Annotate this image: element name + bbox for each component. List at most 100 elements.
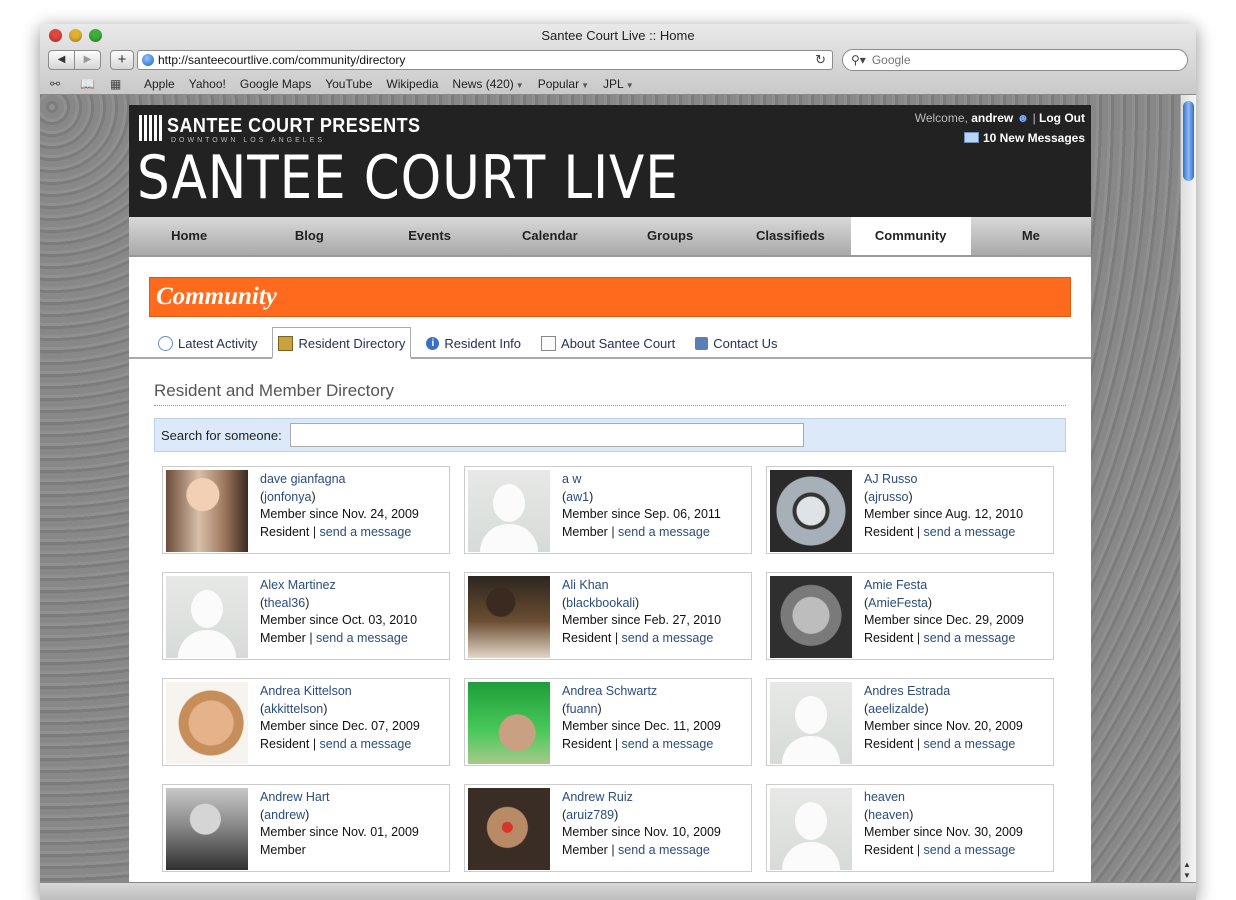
send-message-link[interactable]: send a message <box>316 631 408 645</box>
member-role-row: Resident | send a message <box>864 736 1016 751</box>
nav-calendar[interactable]: Calendar <box>490 217 610 255</box>
tab-resident-info[interactable]: i Resident Info <box>421 330 526 357</box>
member-username-link[interactable]: aw1 <box>566 490 589 504</box>
member-role-row: Member | send a message <box>562 842 710 857</box>
member-username-link[interactable]: jonfonya <box>264 490 311 504</box>
bookmark-google-maps[interactable]: Google Maps <box>240 77 311 91</box>
member-username-link[interactable]: AmieFesta <box>868 596 928 610</box>
send-message-link[interactable]: send a message <box>924 843 1016 857</box>
member-avatar[interactable] <box>468 470 550 552</box>
bookmark-news-label: News (420) <box>452 77 514 91</box>
back-button[interactable]: ◀ <box>48 50 75 70</box>
member-username-link[interactable]: heaven <box>868 808 909 822</box>
member-role: Member <box>562 842 608 857</box>
username-link[interactable]: andrew <box>971 111 1013 125</box>
member-avatar[interactable] <box>468 682 550 764</box>
member-name-link[interactable]: Andrea Schwartz <box>562 683 721 701</box>
section-title: Community <box>149 277 1071 317</box>
logout-link[interactable]: Log Out <box>1039 111 1085 125</box>
member-username-link[interactable]: akkittelson <box>264 702 323 716</box>
member-username-link[interactable]: aruiz789 <box>566 808 614 822</box>
member-username: (ajrusso) <box>864 489 913 504</box>
member-name-link[interactable]: Alex Martinez <box>260 577 417 595</box>
messages-link[interactable]: 10 New Messages <box>915 131 1085 145</box>
member-role-row: Resident | send a message <box>864 630 1016 645</box>
site-title[interactable]: SANTEE COURT LIVE <box>137 143 679 213</box>
nav-blog[interactable]: Blog <box>249 217 369 255</box>
nav-classifieds[interactable]: Classifieds <box>730 217 850 255</box>
member-name-link[interactable]: AJ Russo <box>864 471 1023 489</box>
reading-glasses-icon[interactable]: ⚯ <box>50 77 70 91</box>
send-message-link[interactable]: send a message <box>622 631 714 645</box>
member-card: heaven (heaven) Member since Nov. 30, 2009… <box>766 784 1054 872</box>
member-username-link[interactable]: ajrusso <box>868 490 908 504</box>
send-message-link[interactable]: send a message <box>924 631 1016 645</box>
send-message-link[interactable]: send a message <box>618 525 710 539</box>
member-name-link[interactable]: heaven <box>864 789 1023 807</box>
member-name-link[interactable]: Ali Khan <box>562 577 721 595</box>
browser-search-field[interactable]: ⚲▾ <box>842 49 1188 71</box>
nav-me[interactable]: Me <box>971 217 1091 255</box>
send-message-link[interactable]: send a message <box>622 737 714 751</box>
member-role: Resident <box>864 736 914 751</box>
member-username-link[interactable]: fuann <box>566 702 597 716</box>
bookmark-wikipedia[interactable]: Wikipedia <box>386 77 438 91</box>
member-avatar[interactable] <box>166 576 248 658</box>
member-username-link[interactable]: aeelizalde <box>868 702 924 716</box>
send-message-link[interactable]: send a message <box>320 737 412 751</box>
nav-groups[interactable]: Groups <box>610 217 730 255</box>
search-input[interactable] <box>289 423 804 447</box>
member-name-link[interactable]: Andrew Hart <box>260 789 419 807</box>
forward-button[interactable]: ▶ <box>75 50 101 70</box>
browser-search-input[interactable] <box>869 52 1164 68</box>
top-sites-grid-icon[interactable]: ▦ <box>110 77 130 91</box>
scrollbar-thumb[interactable] <box>1183 101 1194 181</box>
reload-icon[interactable]: ↻ <box>815 52 826 68</box>
member-username-link[interactable]: blackbookali <box>566 596 635 610</box>
send-message-link[interactable]: send a message <box>924 737 1016 751</box>
tab-about-santee-court[interactable]: About Santee Court <box>536 330 680 357</box>
member-name-link[interactable]: Amie Festa <box>864 577 1024 595</box>
tab-contact-us[interactable]: Contact Us <box>690 330 782 357</box>
member-avatar[interactable] <box>770 576 852 658</box>
send-message-link[interactable]: send a message <box>320 525 412 539</box>
nav-home[interactable]: Home <box>129 217 249 255</box>
bookmark-apple[interactable]: Apple <box>144 77 175 91</box>
send-message-link[interactable]: send a message <box>924 525 1016 539</box>
address-bar[interactable]: http://santeecourtlive.com/community/dir… <box>137 50 833 70</box>
tab-resident-directory[interactable]: Resident Directory <box>272 327 412 359</box>
bookmark-youtube[interactable]: YouTube <box>325 77 372 91</box>
scroll-arrows[interactable]: ▲ ▼ <box>1183 859 1191 881</box>
member-avatar[interactable] <box>770 788 852 870</box>
tab-latest-activity[interactable]: Latest Activity <box>153 330 262 357</box>
send-message-link[interactable]: send a message <box>618 843 710 857</box>
member-username-link[interactable]: theal36 <box>264 596 305 610</box>
member-name-link[interactable]: Andrea Kittelson <box>260 683 420 701</box>
member-avatar[interactable] <box>166 470 248 552</box>
nav-community[interactable]: Community <box>850 217 971 255</box>
add-bookmark-button[interactable]: + <box>110 50 134 70</box>
bookmark-news[interactable]: News (420) ▼ <box>452 77 523 91</box>
member-avatar[interactable] <box>468 576 550 658</box>
member-avatar[interactable] <box>770 682 852 764</box>
member-role: Resident <box>864 842 914 857</box>
directory-search: Search for someone: <box>154 418 1066 452</box>
member-role: Member <box>260 842 306 857</box>
url-text[interactable]: http://santeecourtlive.com/community/dir… <box>158 53 815 67</box>
member-name-link[interactable]: dave gianfagna <box>260 471 419 489</box>
bookmarks-book-icon[interactable]: 📖 <box>80 77 100 91</box>
bookmark-popular[interactable]: Popular ▼ <box>538 77 589 91</box>
member-username: (akkittelson) <box>260 701 328 716</box>
member-name-link[interactable]: Andres Estrada <box>864 683 1023 701</box>
bookmark-jpl[interactable]: JPL ▼ <box>603 77 634 91</box>
member-username-link[interactable]: andrew <box>264 808 305 822</box>
nav-events[interactable]: Events <box>370 217 490 255</box>
member-name-link[interactable]: a w <box>562 471 721 489</box>
member-avatar[interactable] <box>166 682 248 764</box>
vertical-scrollbar[interactable]: ▲ ▼ <box>1180 95 1196 883</box>
member-name-link[interactable]: Andrew Ruiz <box>562 789 721 807</box>
member-avatar[interactable] <box>166 788 248 870</box>
member-avatar[interactable] <box>468 788 550 870</box>
bookmark-yahoo[interactable]: Yahoo! <box>189 77 226 91</box>
member-avatar[interactable] <box>770 470 852 552</box>
